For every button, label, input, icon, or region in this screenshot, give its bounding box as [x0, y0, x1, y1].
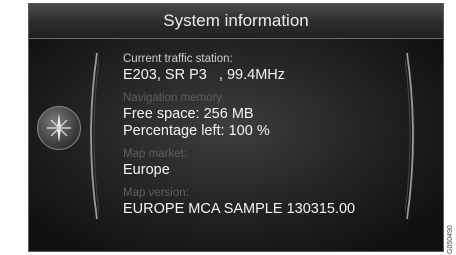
map-market-section: Map market: Europe: [123, 147, 423, 179]
section-value: Percentage left: 100 %: [123, 123, 270, 139]
map-version-section: Map version: EUROPE MCA SAMPLE 130315.00: [123, 186, 423, 218]
info-panel: Current traffic station: E203, SR P3 , 9…: [29, 39, 443, 251]
title-bar: System information: [29, 4, 443, 39]
right-arc-decoration: [405, 52, 414, 220]
traffic-station-section: Current traffic station: E203, SR P3 , 9…: [123, 52, 423, 84]
info-list: Current traffic station: E203, SR P3 , 9…: [123, 52, 423, 218]
left-arc-decoration: [90, 52, 99, 220]
section-label: Current traffic station:: [123, 53, 233, 65]
figure-code: G050490: [447, 225, 454, 254]
section-label: Navigation memory: [123, 92, 223, 104]
section-label: Map version:: [123, 187, 189, 199]
section-value: EUROPE MCA SAMPLE 130315.00: [123, 201, 356, 217]
section-value: Europe: [123, 162, 170, 178]
section-value: Free space: 256 MB: [123, 106, 254, 122]
section-value: E203, SR P3 , 99.4MHz: [123, 67, 285, 83]
infotainment-screen: System information Current traffic stati…: [28, 3, 444, 252]
navigation-memory-section: Navigation memory Free space: 256 MB Per…: [123, 91, 423, 140]
compass-icon[interactable]: [37, 106, 81, 150]
page-title: System information: [163, 11, 309, 30]
section-label: Map market:: [123, 148, 187, 160]
